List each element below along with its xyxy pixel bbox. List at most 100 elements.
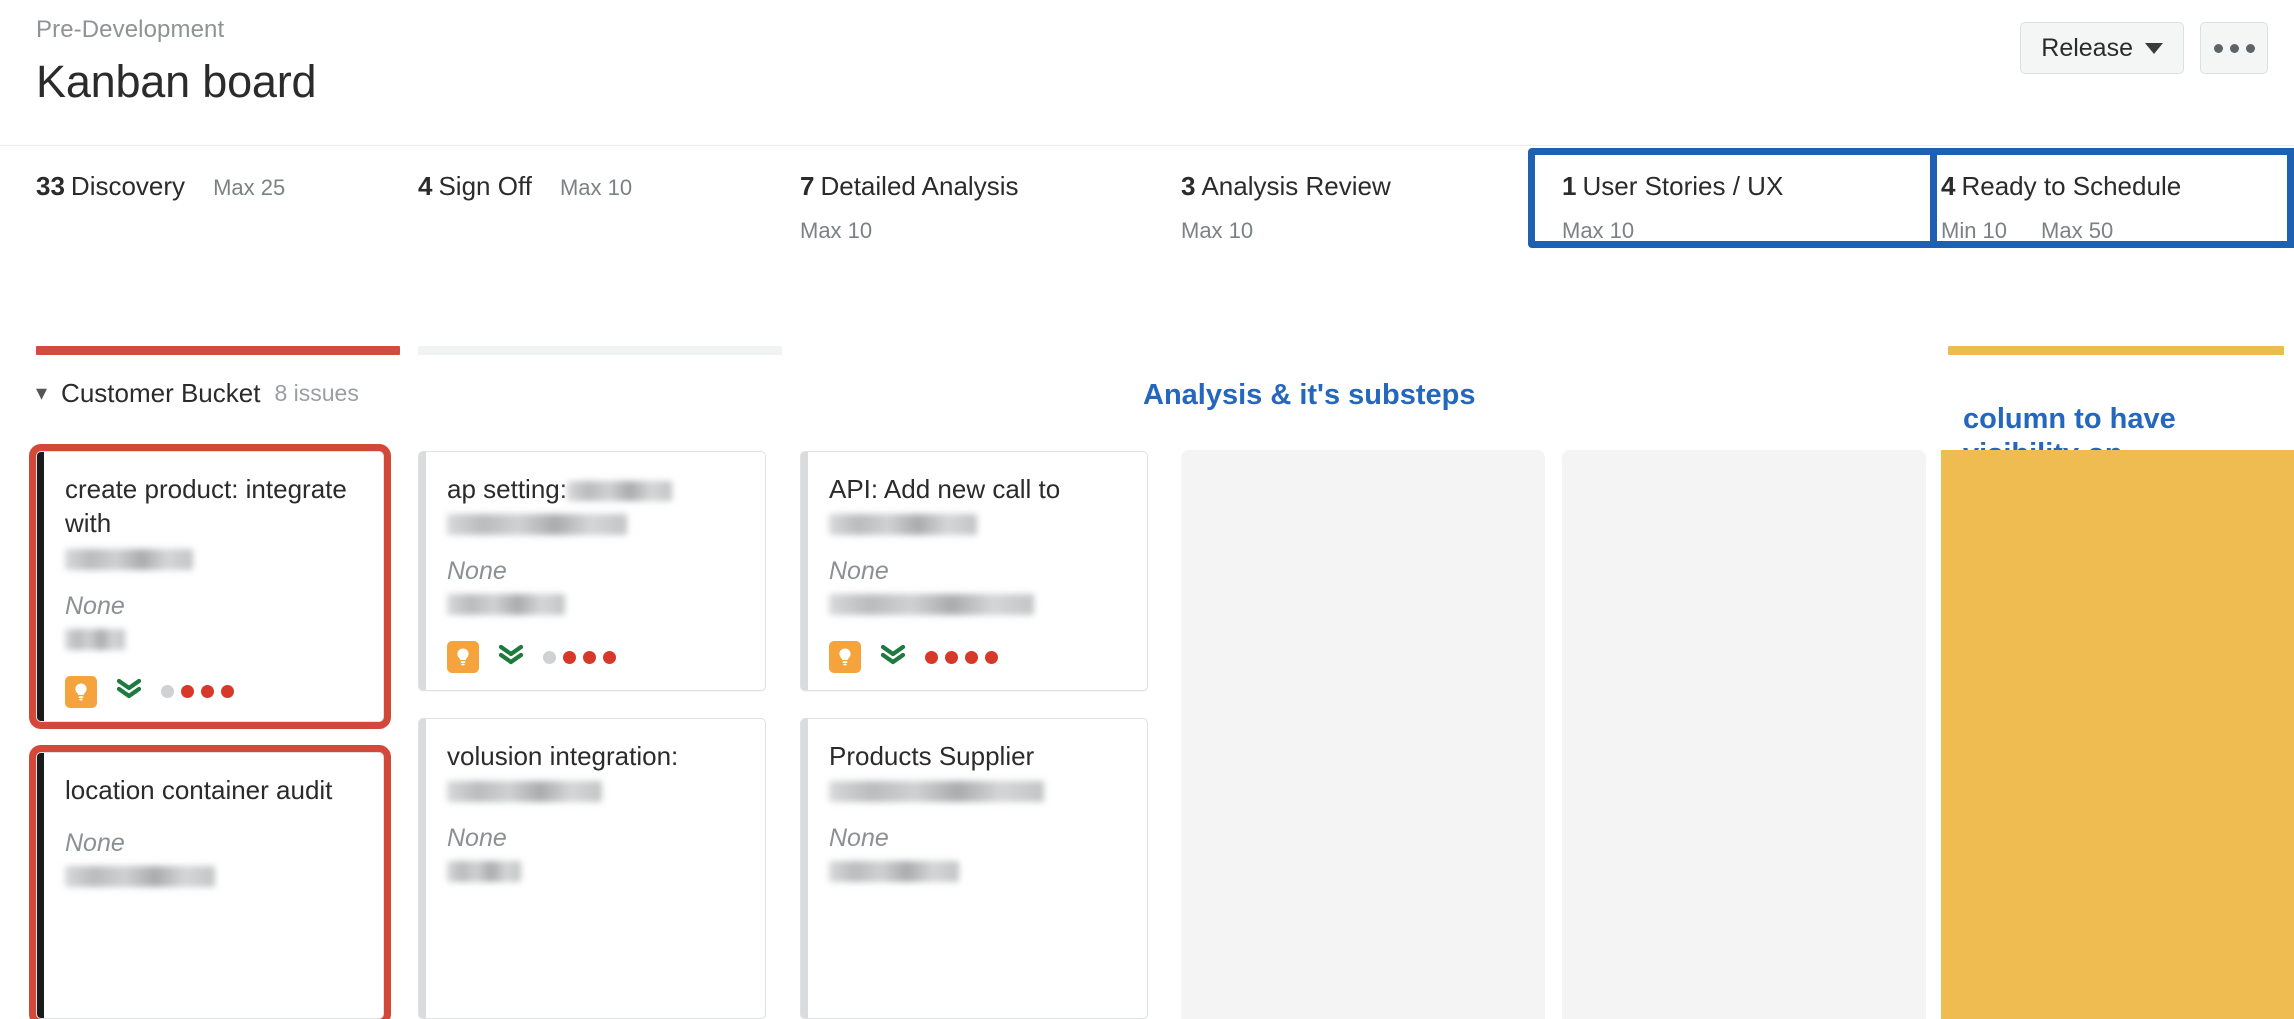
column-header-sign-off[interactable]: 4 Sign Off Max 10 (418, 171, 632, 202)
column-name-analysis-review: Analysis Review (1201, 171, 1391, 201)
chevron-down-icon[interactable]: ▾ (36, 381, 47, 404)
dropzone-analysis-review[interactable] (1181, 450, 1545, 1019)
redacted-text (65, 628, 125, 650)
card-ideas-2769[interactable]: ap setting: None (418, 451, 766, 691)
release-dropdown-button[interactable]: Release (2020, 22, 2184, 74)
kanban-board-page: Pre-Development Kanban board Release 33 D… (0, 0, 2294, 1019)
card-products-supplier[interactable]: Products Supplier None (800, 718, 1148, 1019)
card-color-bar (801, 719, 808, 1018)
card-title: create product: integrate with (65, 474, 347, 539)
column-name-discovery: Discovery (70, 171, 186, 201)
lightbulb-icon[interactable] (65, 675, 97, 708)
column-header-detailed-analysis[interactable]: 7 Detailed Analysis Max 10 (800, 171, 1018, 244)
lightbulb-icon[interactable] (829, 641, 861, 674)
redacted-text (829, 514, 977, 536)
column-sign-off[interactable]: ap setting: None volusion integration: N… (418, 418, 782, 1019)
capacity-bar-discovery (36, 346, 400, 355)
column-min-ready-to-schedule: Min 10 (1941, 218, 2008, 243)
redacted-text (447, 781, 602, 803)
release-button-label: Release (2041, 33, 2133, 62)
column-count-user-stories-ux: 1 (1562, 171, 1577, 201)
card-color-bar (419, 452, 426, 690)
column-name-user-stories-ux: User Stories / UX (1582, 171, 1784, 201)
page-title: Kanban board (36, 56, 317, 107)
card-color-bar (801, 452, 808, 690)
column-count-discovery: 33 (36, 171, 65, 201)
redacted-text (566, 481, 672, 502)
priority-lowest-icon[interactable] (115, 676, 143, 707)
capacity-bar-sign-off (418, 346, 782, 355)
swimlane-customer-bucket[interactable]: ▾ Customer Bucket 8 issues (36, 378, 359, 409)
card-meta-row (829, 641, 1129, 674)
card-meta-row (65, 675, 365, 708)
redacted-text (447, 594, 565, 616)
column-max-user-stories-ux: Max 10 (1562, 218, 1635, 243)
column-header-analysis-review[interactable]: 3 Analysis Review Max 10 (1181, 171, 1391, 244)
column-header-ready-to-schedule[interactable]: 4 Ready to Schedule Min 10 Max 50 (1941, 171, 2181, 244)
redacted-text (829, 861, 959, 883)
column-count-sign-off: 4 (418, 171, 433, 201)
card-location-container-audit[interactable]: location container audit None (36, 752, 384, 1019)
column-count-ready-to-schedule: 4 (1941, 171, 1956, 201)
redacted-text (65, 866, 215, 888)
column-max-discovery: Max 25 (213, 175, 286, 200)
card-status: None (65, 591, 125, 620)
card-volusion-integration[interactable]: volusion integration: None (418, 718, 766, 1019)
card-indicator-dots (925, 650, 998, 664)
card-color-bar (37, 753, 44, 1018)
redacted-text (829, 594, 1034, 616)
card-status: None (447, 557, 507, 586)
dropzone-user-stories-ux[interactable] (1562, 450, 1926, 1019)
redacted-text (65, 548, 193, 570)
priority-lowest-icon[interactable] (497, 642, 525, 673)
column-ready-to-schedule[interactable] (1941, 450, 2294, 1019)
column-name-ready-to-schedule: Ready to Schedule (1961, 171, 2182, 201)
card-title: Products Supplier (829, 741, 1035, 771)
chevron-down-icon (2145, 42, 2163, 54)
column-header-user-stories-ux[interactable]: 1 User Stories / UX Max 10 (1562, 171, 1783, 244)
card-title: location container audit (65, 775, 333, 805)
card-status: None (829, 824, 889, 853)
more-options-button[interactable] (2200, 22, 2268, 74)
card-color-bar (37, 452, 44, 721)
column-count-analysis-review: 3 (1181, 171, 1196, 201)
card-indicator-dots (161, 685, 234, 699)
annotation-analysis: Analysis & it's substeps (1143, 379, 1476, 411)
card-ideas-2775[interactable]: create product: integrate with None (36, 451, 384, 722)
card-status: None (447, 824, 507, 853)
card-title: volusion integration: (447, 741, 679, 771)
column-analysis-review[interactable] (1181, 418, 1545, 1019)
page-header: Pre-Development Kanban board Release (0, 0, 2294, 145)
column-discovery[interactable]: create product: integrate with None loca… (36, 418, 400, 1019)
redacted-text (447, 861, 521, 883)
priority-lowest-icon[interactable] (879, 642, 907, 673)
card-status: None (65, 829, 125, 858)
column-max-ready-to-schedule: Max 50 (2041, 218, 2114, 243)
column-user-stories-ux[interactable] (1562, 418, 1926, 1019)
lightbulb-icon[interactable] (447, 641, 479, 674)
card-status: None (829, 557, 889, 586)
board-column-headers: 33 Discovery Max 25 4 Sign Off Max 10 7 Detai… (0, 145, 2294, 385)
card-title: ap setting: (447, 474, 567, 504)
redacted-text (447, 514, 627, 536)
column-name-sign-off: Sign Off (438, 171, 532, 201)
column-header-discovery[interactable]: 33 Discovery Max 25 (36, 171, 285, 202)
breadcrumb[interactable]: Pre-Development (36, 16, 224, 44)
column-max-analysis-review: Max 10 (1181, 218, 1254, 243)
column-name-detailed-analysis: Detailed Analysis (820, 171, 1019, 201)
swimlane-label: Customer Bucket (61, 378, 261, 408)
board-body: create product: integrate with None loca… (0, 418, 2294, 1019)
card-ideas-1114[interactable]: API: Add new call to None (800, 451, 1148, 691)
redacted-text (829, 781, 1044, 803)
column-max-detailed-analysis: Max 10 (800, 218, 873, 243)
card-meta-row (447, 641, 747, 674)
ellipsis-icon (2213, 43, 2255, 53)
swimlane-issue-count: 8 issues (274, 380, 359, 406)
header-actions: Release (2020, 22, 2268, 74)
card-color-bar (419, 719, 426, 1018)
card-indicator-dots (543, 650, 616, 664)
column-detailed-analysis[interactable]: API: Add new call to None Products Suppl… (800, 418, 1164, 1019)
card-title: API: Add new call to (829, 474, 1061, 504)
column-max-sign-off: Max 10 (559, 175, 633, 200)
column-count-detailed-analysis: 7 (800, 171, 815, 201)
